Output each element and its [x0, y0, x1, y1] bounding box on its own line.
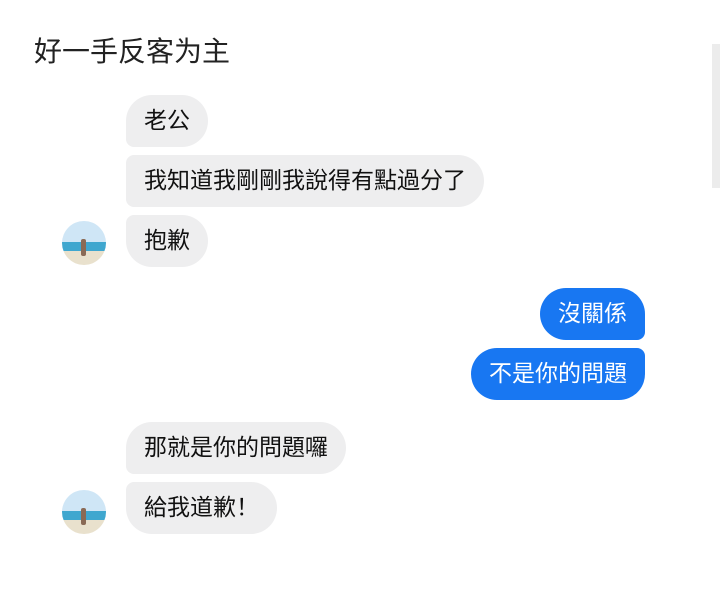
contact-avatar[interactable]	[62, 221, 106, 265]
caption-title: 好一手反客为主	[34, 35, 231, 68]
incoming-message[interactable]: 那就是你的問題囉	[126, 422, 346, 474]
scrollbar[interactable]	[712, 44, 720, 188]
incoming-message[interactable]: 抱歉	[126, 215, 208, 267]
beach-photo-icon	[62, 490, 106, 534]
outgoing-message[interactable]: 不是你的問題	[471, 348, 645, 400]
contact-avatar[interactable]	[62, 490, 106, 534]
incoming-message[interactable]: 老公	[126, 95, 208, 147]
incoming-message[interactable]: 我知道我剛剛我說得有點過分了	[126, 155, 484, 207]
outgoing-message[interactable]: 沒關係	[540, 288, 645, 340]
beach-photo-icon	[62, 221, 106, 265]
incoming-message[interactable]: 給我道歉！	[126, 482, 277, 534]
